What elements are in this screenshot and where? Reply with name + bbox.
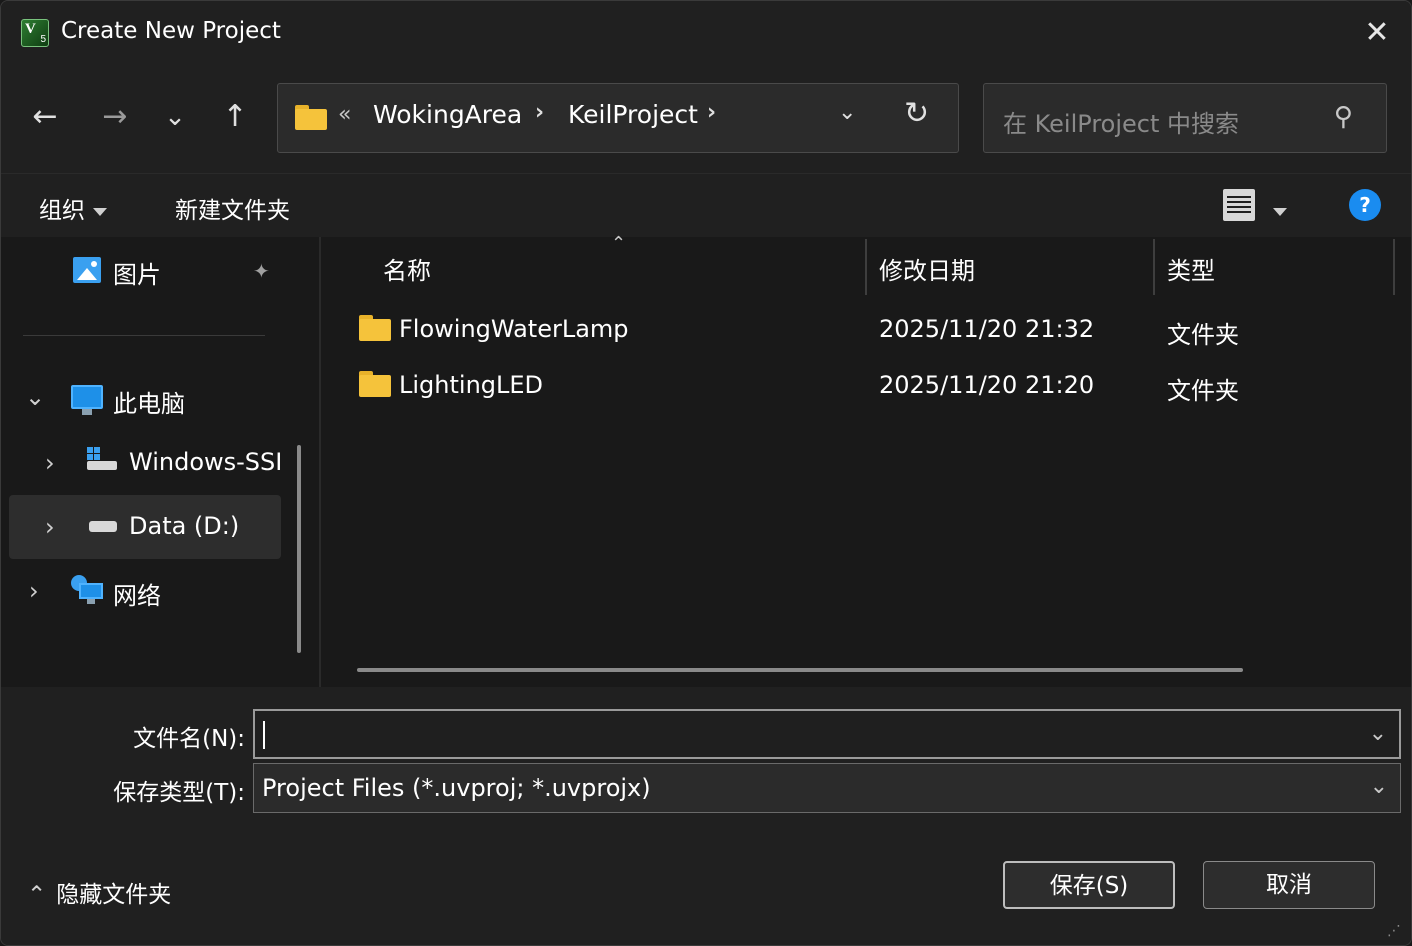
help-icon[interactable]: ? — [1349, 189, 1381, 221]
forward-button[interactable]: → — [93, 95, 137, 139]
breadcrumb-overflow-button[interactable]: « — [338, 102, 351, 127]
cancel-button[interactable]: 取消 — [1203, 861, 1375, 909]
folder-icon — [295, 105, 327, 130]
view-details-icon[interactable] — [1223, 189, 1255, 221]
chevron-down-icon[interactable]: ⌄ — [1370, 774, 1388, 799]
file-name: LightingLED — [399, 371, 544, 399]
filetype-select[interactable]: Project Files (*.uvproj; *.uvprojx) ⌄ — [253, 763, 1401, 813]
save-dialog: V5 Create New Project ✕ ← → ⌄ ↑ « Woking… — [0, 0, 1412, 946]
filetype-label: 保存类型(T): — [113, 780, 245, 806]
file-row[interactable]: FlowingWaterLamp 2025/11/20 21:32 文件夹 — [341, 303, 1401, 357]
file-type: 文件夹 — [1167, 377, 1239, 405]
network-icon — [71, 575, 103, 605]
computer-icon — [71, 385, 103, 409]
expand-data-drive-chevron[interactable]: › — [45, 513, 55, 541]
file-list-horizontal-scrollbar[interactable] — [357, 668, 1243, 672]
keil-app-icon: V5 — [21, 19, 49, 47]
computer-stand — [82, 409, 92, 415]
file-modified: 2025/11/20 21:32 — [879, 315, 1095, 343]
back-button[interactable]: ← — [23, 95, 67, 139]
refresh-icon[interactable]: ↻ — [904, 96, 929, 131]
filename-field[interactable]: ⌄ — [253, 709, 1401, 759]
breadcrumb-keilproject[interactable]: KeilProject — [568, 100, 698, 129]
collapse-this-pc-chevron[interactable]: ⌄ — [25, 383, 45, 411]
breadcrumb-wokingarea[interactable]: WokingArea — [373, 100, 522, 129]
expand-network-chevron[interactable]: › — [29, 577, 39, 605]
filetype-value: Project Files (*.uvproj; *.uvprojx) — [262, 774, 651, 802]
pin-icon[interactable]: ✦ — [253, 259, 270, 283]
organize-menu[interactable]: 组织 — [39, 191, 107, 225]
search-icon[interactable]: ⚲ — [1334, 102, 1353, 132]
text-cursor — [263, 721, 265, 749]
chevron-up-icon: ⌃ — [27, 882, 47, 908]
column-separator[interactable] — [1153, 239, 1155, 295]
folder-icon — [359, 315, 391, 341]
view-options-dropdown[interactable] — [1273, 201, 1287, 220]
sort-ascending-icon: ⌃ — [611, 233, 627, 254]
nav-divider — [23, 335, 265, 336]
chevron-down-icon — [93, 207, 107, 216]
hide-folders-label: 隐藏文件夹 — [56, 882, 172, 908]
system-drive-icon — [87, 447, 117, 471]
breadcrumb-separator[interactable]: › — [535, 100, 544, 125]
chevron-down-icon — [1273, 207, 1287, 216]
tree-item-network[interactable]: 网络 — [113, 576, 161, 611]
resize-grip-icon[interactable]: ⋰ — [1387, 923, 1401, 939]
address-history-dropdown[interactable]: ⌄ — [838, 100, 856, 125]
hide-folders-button[interactable]: ⌃ 隐藏文件夹 — [27, 875, 171, 909]
organize-label: 组织 — [39, 198, 85, 224]
new-folder-button[interactable]: 新建文件夹 — [175, 191, 290, 225]
search-input[interactable]: 在 KeilProject 中搜索 — [1003, 104, 1239, 139]
column-header-modified[interactable]: 修改日期 — [879, 251, 975, 286]
nav-pane-scrollbar[interactable] — [297, 445, 301, 653]
folder-icon — [359, 371, 391, 397]
file-row[interactable]: LightingLED 2025/11/20 21:20 文件夹 — [341, 359, 1401, 413]
tree-item-data-drive[interactable]: Data (D:) — [129, 512, 239, 540]
column-separator[interactable] — [1393, 239, 1395, 295]
close-button[interactable]: ✕ — [1351, 11, 1403, 55]
save-button[interactable]: 保存(S) — [1003, 861, 1175, 909]
file-name: FlowingWaterLamp — [399, 315, 629, 343]
chevron-down-icon[interactable]: ⌄ — [1369, 721, 1387, 746]
drive-icon — [89, 521, 117, 532]
tree-item-pictures[interactable]: 图片 — [113, 255, 161, 290]
column-separator[interactable] — [865, 239, 867, 295]
tree-item-this-pc[interactable]: 此电脑 — [113, 384, 185, 419]
file-modified: 2025/11/20 21:20 — [879, 371, 1095, 399]
expand-windows-drive-chevron[interactable]: › — [45, 449, 55, 477]
filename-label: 文件名(N): — [133, 726, 245, 752]
search-box[interactable]: 在 KeilProject 中搜索 ⚲ — [983, 83, 1387, 153]
window-title: Create New Project — [61, 18, 281, 44]
column-header-type[interactable]: 类型 — [1167, 251, 1215, 286]
column-header-name[interactable]: 名称 — [383, 251, 431, 286]
pictures-icon — [73, 257, 101, 283]
address-bar[interactable]: « WokingArea › KeilProject › ⌄ ↻ — [277, 83, 959, 153]
breadcrumb-separator[interactable]: › — [707, 100, 716, 125]
recent-locations-button[interactable]: ⌄ — [153, 95, 197, 139]
file-type: 文件夹 — [1167, 321, 1239, 349]
up-button[interactable]: ↑ — [213, 95, 257, 139]
tree-item-windows-drive[interactable]: Windows-SSI — [129, 448, 281, 476]
